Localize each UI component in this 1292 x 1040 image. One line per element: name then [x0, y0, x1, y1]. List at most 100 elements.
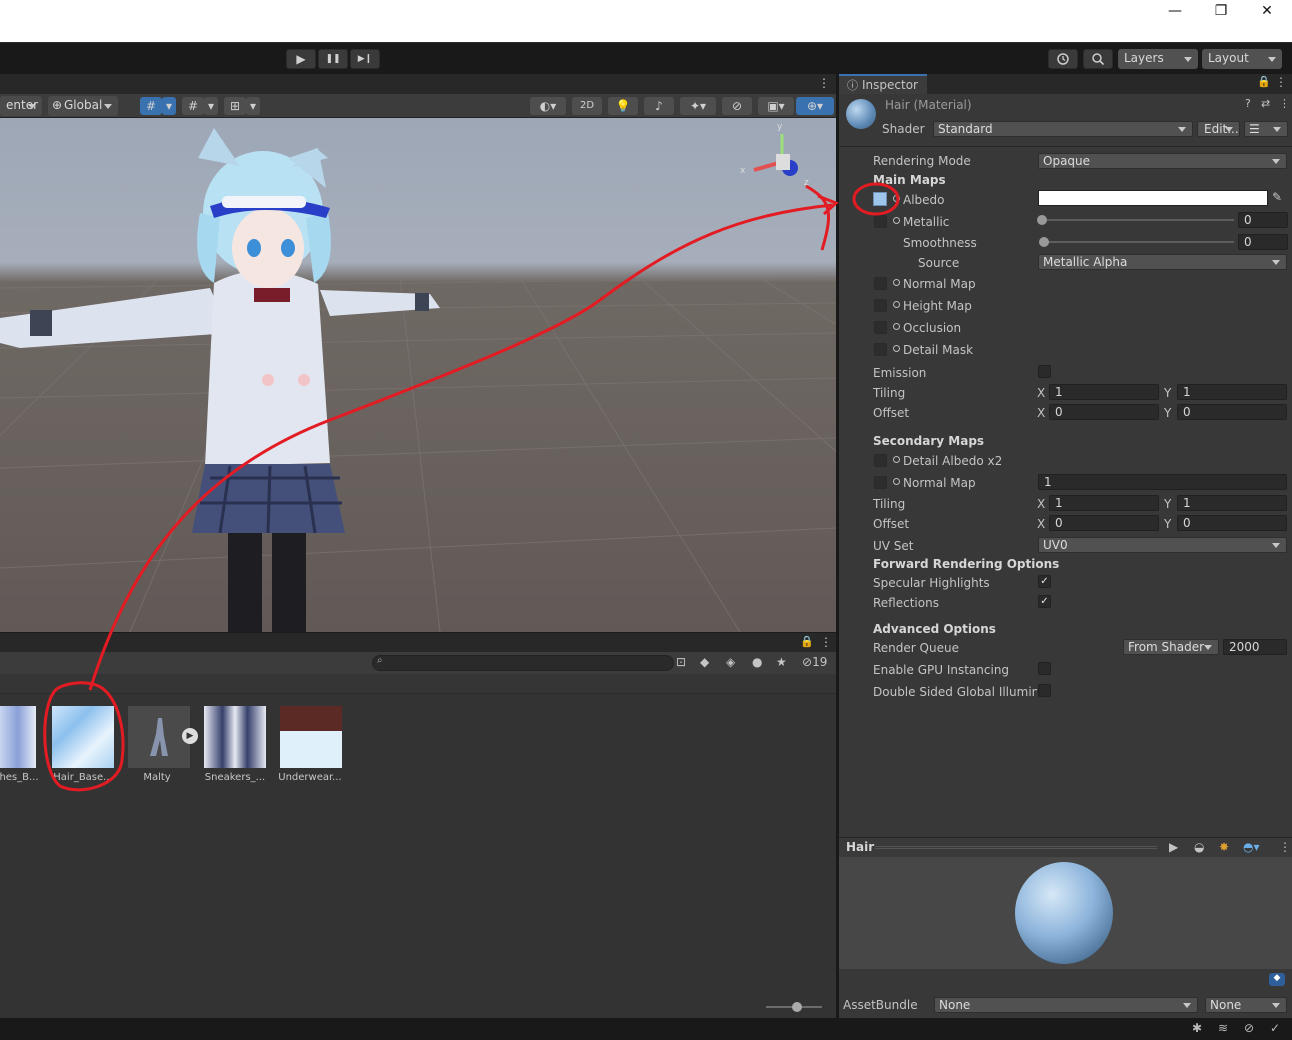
render-queue-mode-dropdown[interactable]: From Shader — [1123, 639, 1219, 655]
height-map-picker-icon[interactable] — [893, 301, 900, 308]
pause-button[interactable]: ❚❚ — [318, 49, 348, 69]
increment-snap-dropdown-icon[interactable]: ▾ — [204, 97, 218, 115]
secondary-normal-map-texture-slot[interactable] — [874, 476, 887, 489]
asset-thumbnail[interactable] — [204, 706, 266, 768]
pivot-dropdown[interactable]: enter — [0, 96, 42, 116]
normal-map-texture-slot[interactable] — [874, 277, 887, 290]
emission-checkbox[interactable] — [1038, 365, 1051, 378]
increment-snap-icon[interactable]: # — [182, 97, 204, 115]
tab-inspector[interactable]: ⓘ Inspector — [839, 74, 927, 94]
detail-albedo-picker-icon[interactable] — [893, 456, 900, 463]
cache-server-icon[interactable]: ≋ — [1218, 1021, 1228, 1035]
scene-viewport[interactable]: y x z — [0, 118, 836, 632]
eyedropper-icon[interactable]: ✎ — [1272, 190, 1282, 204]
offset-y-field[interactable]: 0 — [1177, 404, 1287, 420]
lock-icon[interactable]: 🔒 — [800, 635, 814, 648]
tiling-2-x-field[interactable]: 1 — [1049, 495, 1159, 511]
offset-2-x-field[interactable]: 0 — [1049, 515, 1159, 531]
expand-prefab-icon[interactable]: ▶ — [182, 728, 198, 744]
play-button[interactable]: ▶ — [286, 49, 316, 69]
albedo-color-field[interactable] — [1038, 190, 1268, 206]
occlusion-texture-slot[interactable] — [874, 321, 887, 334]
render-queue-value-field[interactable]: 2000 — [1223, 639, 1287, 655]
hidden-count-badge[interactable]: ⊘19 — [802, 655, 827, 669]
metallic-slider-handle[interactable] — [1037, 215, 1047, 225]
search-icon[interactable] — [1083, 49, 1113, 69]
thumbnail-size-slider[interactable] — [766, 1002, 822, 1012]
reflections-checkbox[interactable]: ✓ — [1038, 595, 1051, 608]
material-preview-area[interactable] — [839, 857, 1292, 969]
smoothness-slider[interactable] — [1042, 241, 1234, 243]
uv-set-dropdown[interactable]: UV0 — [1038, 537, 1287, 553]
layout-dropdown[interactable]: Layout — [1202, 49, 1282, 69]
preview-drag-handle[interactable] — [875, 846, 1157, 849]
shader-dropdown[interactable]: Standard — [933, 121, 1193, 137]
ruler-icon[interactable]: ⊞ — [224, 97, 246, 115]
double-sided-gi-checkbox[interactable] — [1038, 684, 1051, 697]
grid-snap-icon[interactable]: # — [140, 97, 162, 115]
height-map-texture-slot[interactable] — [874, 299, 887, 312]
list-menu-icon[interactable]: ☰ — [1244, 121, 1288, 137]
more-icon[interactable]: ⋮ — [1279, 97, 1290, 110]
detail-mask-texture-slot[interactable] — [874, 343, 887, 356]
secondary-normal-scale-field[interactable]: 1 — [1038, 474, 1287, 490]
progress-check-icon[interactable]: ✓ — [1270, 1021, 1280, 1035]
offset-x-field[interactable]: 0 — [1049, 404, 1159, 420]
smoothness-value-field[interactable]: 0 — [1238, 234, 1288, 250]
specular-highlights-checkbox[interactable]: ✓ — [1038, 575, 1051, 588]
secondary-normal-map-picker-icon[interactable] — [893, 478, 900, 485]
more-icon[interactable]: ⋮ — [1275, 75, 1287, 89]
tag-icon[interactable]: ◈ — [726, 655, 735, 669]
smoothness-slider-handle[interactable] — [1039, 237, 1049, 247]
grid-snap-dropdown-icon[interactable]: ▾ — [162, 97, 176, 115]
shading-mode-icon[interactable]: ◐▾ — [530, 97, 566, 115]
orientation-gizmo[interactable]: y x z — [740, 122, 828, 198]
mode-2d-button[interactable]: 2D — [572, 97, 602, 115]
effects-icon[interactable]: ✦▾ — [680, 97, 716, 115]
occlusion-picker-icon[interactable] — [893, 323, 900, 330]
preview-light-icon[interactable]: ✸ — [1219, 840, 1229, 854]
minimize-button[interactable]: — — [1152, 0, 1198, 22]
favorite-star-icon[interactable]: ★ — [776, 655, 787, 669]
ruler-dropdown-icon[interactable]: ▾ — [246, 97, 260, 115]
filter-label-icon[interactable]: ◆ — [700, 655, 709, 669]
gizmos-icon[interactable]: ⊕▾ — [796, 97, 834, 115]
preview-background-icon[interactable]: ◓▾ — [1243, 840, 1260, 854]
preview-mesh-icon[interactable]: ◒ — [1194, 840, 1204, 854]
asset-bundle-name-dropdown[interactable]: None — [934, 997, 1198, 1013]
debug-icon[interactable]: ✱ — [1192, 1021, 1202, 1035]
metallic-picker-icon[interactable] — [893, 217, 900, 224]
asset-thumbnail[interactable] — [128, 706, 190, 768]
metallic-slider[interactable] — [1042, 219, 1234, 221]
asset-bundle-variant-dropdown[interactable]: None — [1205, 997, 1287, 1013]
warning-icon[interactable]: ● — [752, 655, 762, 669]
restore-button[interactable]: ❐ — [1198, 0, 1244, 22]
offset-2-y-field[interactable]: 0 — [1177, 515, 1287, 531]
asset-thumbnail[interactable] — [0, 706, 36, 768]
normal-map-picker-icon[interactable] — [893, 279, 900, 286]
help-icon[interactable]: ? — [1245, 97, 1251, 110]
slider-handle[interactable] — [792, 1002, 802, 1012]
play-preview-icon[interactable]: ▶ — [1169, 840, 1178, 854]
tiling-2-y-field[interactable]: 1 — [1177, 495, 1287, 511]
asset-thumbnail[interactable] — [280, 706, 342, 768]
metallic-texture-slot[interactable] — [874, 215, 887, 228]
more-icon[interactable]: ⋮ — [820, 635, 832, 649]
albedo-picker-icon[interactable] — [893, 195, 900, 202]
edit-shader-button[interactable]: Edit... — [1197, 121, 1240, 137]
network-icon[interactable]: ⊘ — [1244, 1021, 1254, 1035]
layers-dropdown[interactable]: Layers — [1118, 49, 1198, 69]
step-button[interactable]: ▶❙ — [350, 49, 380, 69]
audio-mute-icon[interactable]: ♪ — [644, 97, 674, 115]
lighting-icon[interactable]: 💡 — [608, 97, 638, 115]
scene-visibility-icon[interactable]: ⊘ — [722, 97, 752, 115]
camera-icon[interactable]: ▣▾ — [758, 97, 794, 115]
rendering-mode-dropdown[interactable]: Opaque — [1038, 153, 1287, 169]
more-icon[interactable]: ⋮ — [1279, 840, 1291, 854]
detail-mask-picker-icon[interactable] — [893, 345, 900, 352]
tiling-x-field[interactable]: 1 — [1049, 384, 1159, 400]
albedo-texture-slot[interactable] — [873, 192, 887, 206]
filter-type-icon[interactable]: ⊡ — [676, 655, 686, 669]
asset-thumbnail[interactable] — [52, 706, 114, 768]
detail-albedo-texture-slot[interactable] — [874, 454, 887, 467]
